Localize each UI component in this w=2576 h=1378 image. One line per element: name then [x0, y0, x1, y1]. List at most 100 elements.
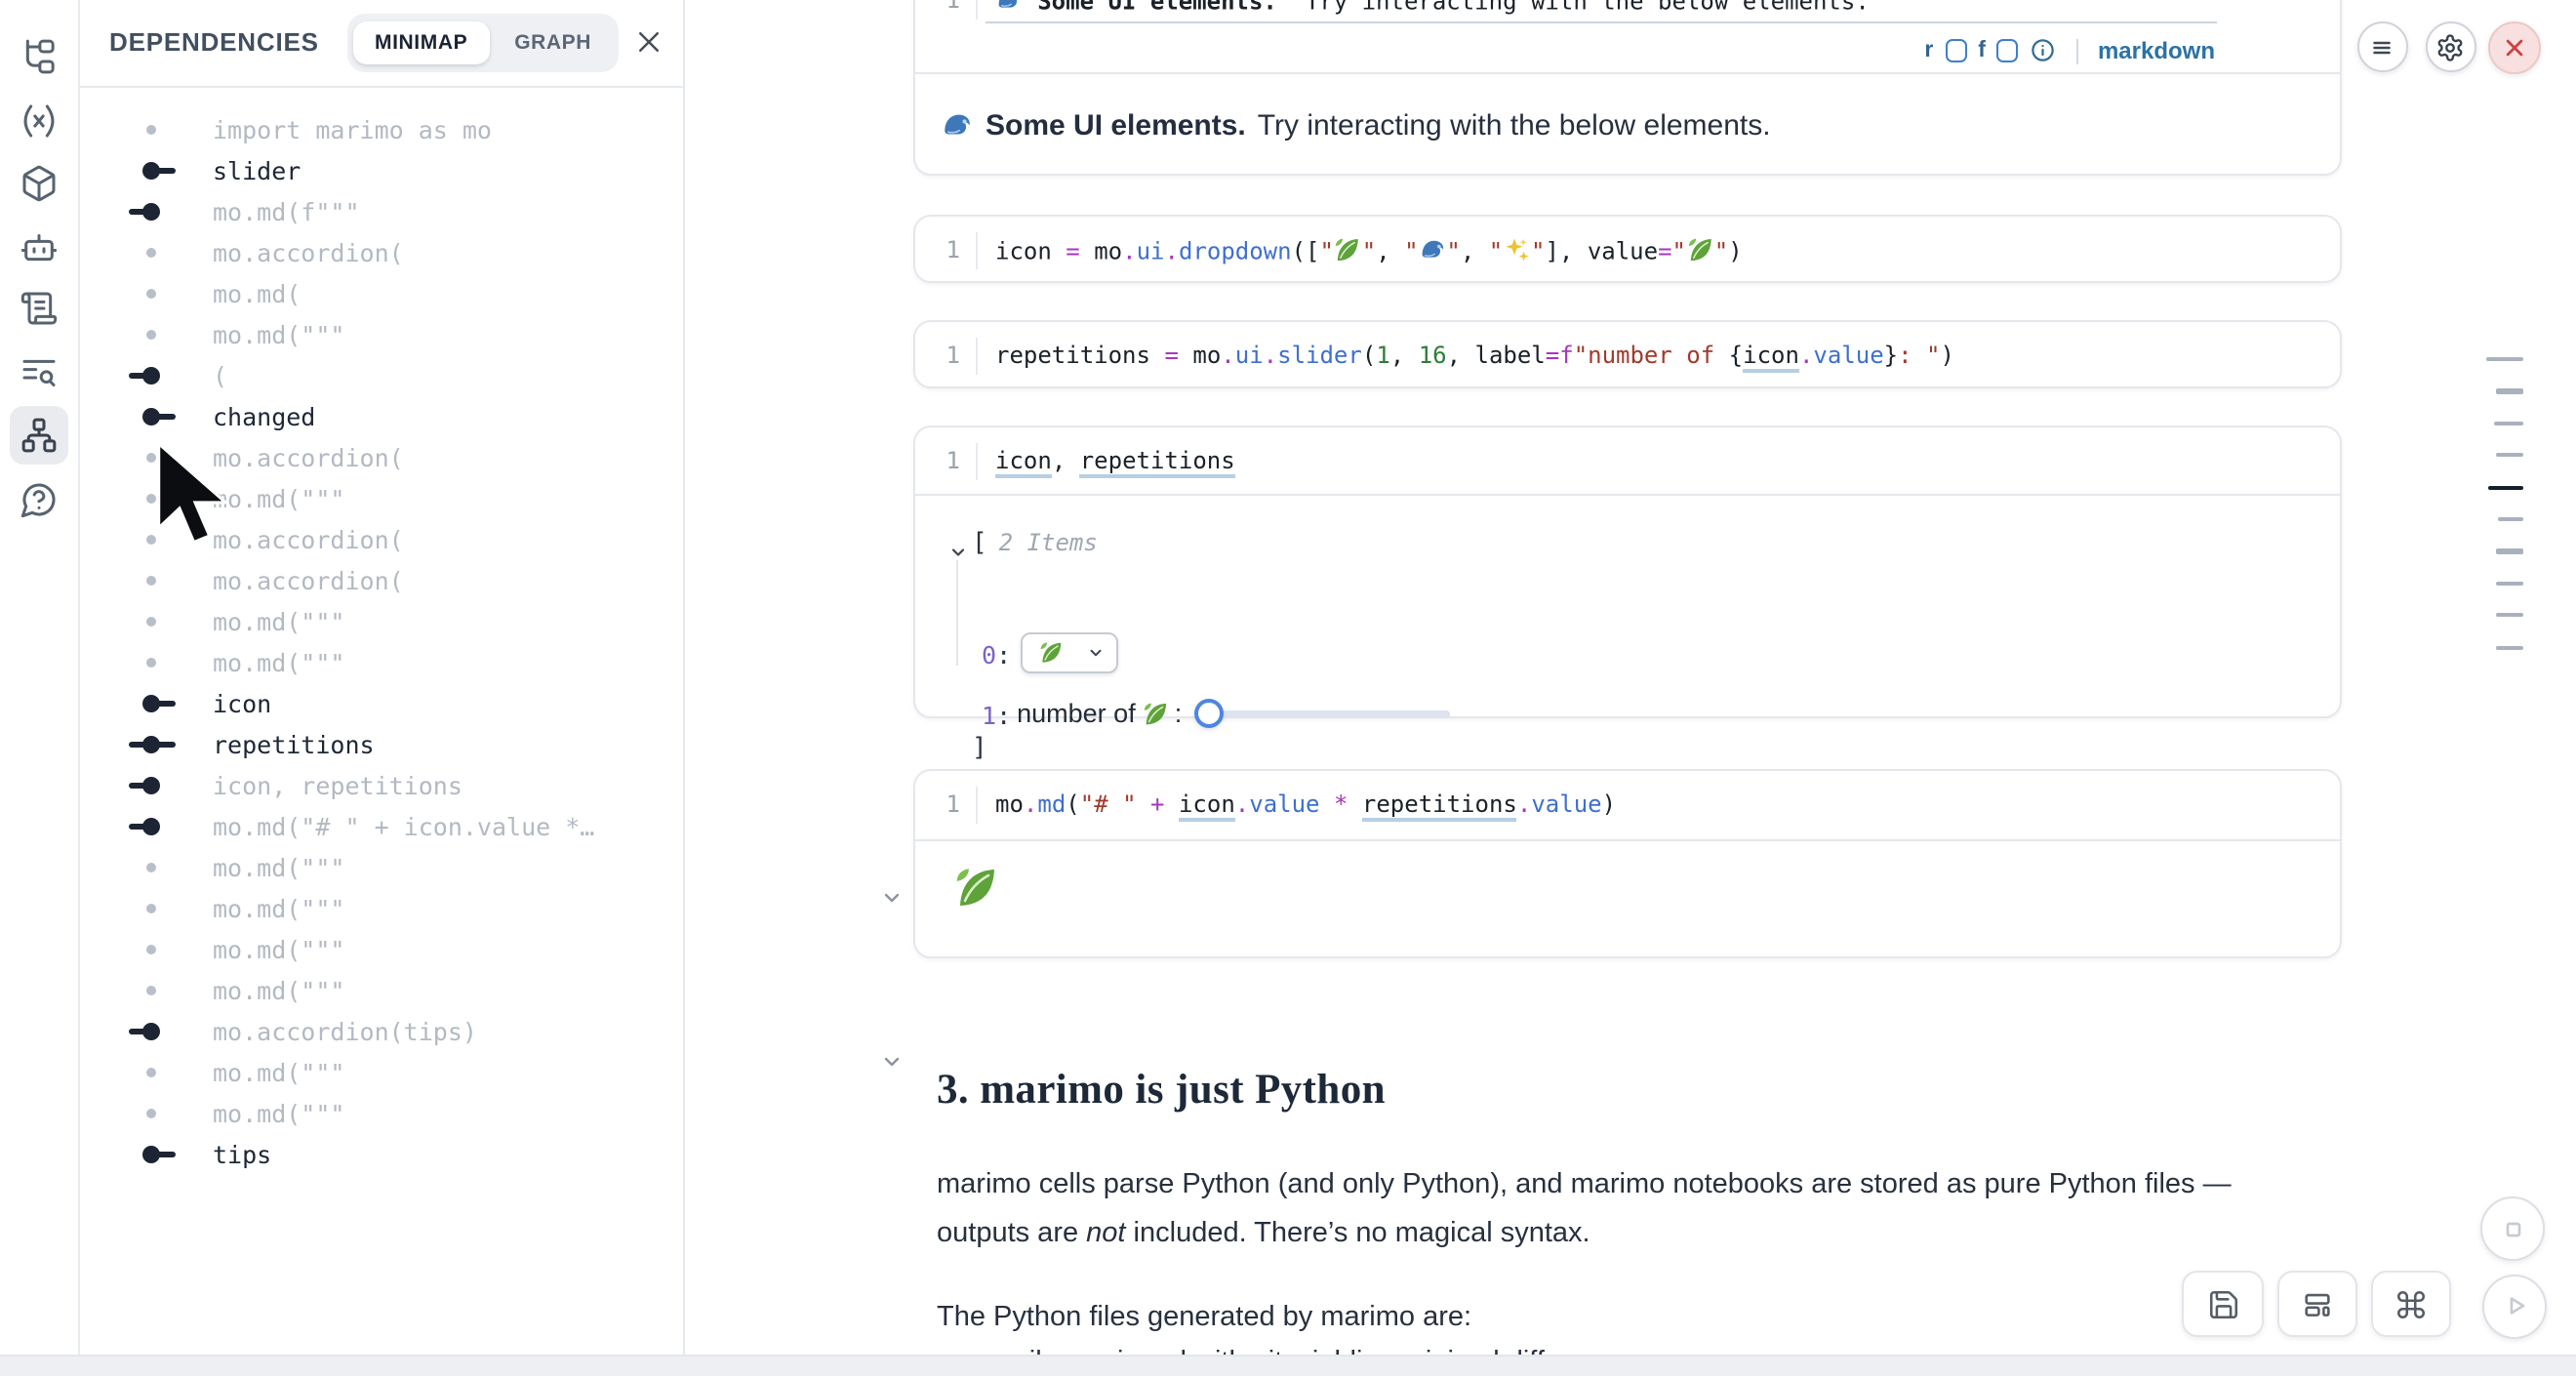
gutter-divider [976, 442, 978, 479]
minimap-cell-item[interactable]: mo.md(""" [78, 314, 683, 355]
indent-guide [956, 560, 958, 666]
ai-bot-icon[interactable] [20, 227, 59, 266]
view-mode-toggle: MINIMAP GRAPH [347, 14, 619, 72]
code-line[interactable]: 1icon = mo.ui.dropdown(["", "", ""], val… [943, 217, 1743, 283]
packages-icon[interactable] [20, 164, 59, 203]
cell-label: mo.md(""" [213, 484, 344, 513]
cell-marker-out [78, 1134, 213, 1175]
leaf-emoji [1686, 235, 1714, 263]
cell-divider [915, 839, 2340, 841]
minimap-bar[interactable] [2495, 549, 2522, 553]
minimap-cell-item[interactable]: ( [78, 355, 683, 396]
keyboard-shortcuts-button[interactable] [2371, 1271, 2451, 1337]
tab-graph[interactable]: GRAPH [493, 21, 613, 64]
code-line[interactable]: 1repetitions = mo.ui.slider(1, 16, label… [943, 322, 1954, 388]
cell-label: ( [213, 361, 227, 390]
menu-button[interactable] [2356, 21, 2407, 72]
minimap-bar[interactable] [2496, 645, 2522, 649]
markdown-source-line[interactable]: 1 Some UI elements. Try interacting with… [943, 0, 1870, 14]
minimap-bar[interactable] [2495, 389, 2522, 393]
icon-dropdown-select[interactable] [1021, 632, 1118, 673]
info-icon[interactable] [2031, 38, 2057, 64]
minimap-cell-item[interactable]: tips [78, 1134, 683, 1175]
cell-label: tips [213, 1140, 271, 1169]
cell-label: mo.md(""" [213, 1099, 344, 1128]
minimap-cell-item[interactable]: mo.md("# " + icon.value *… [78, 806, 683, 847]
markdown-cell-toolbar: r f markdown [1924, 35, 2215, 66]
minimap-cell-item[interactable]: repetitions [78, 724, 683, 765]
slider-track[interactable] [1201, 709, 1449, 717]
cell-marker-dot [78, 642, 213, 683]
minimap-cell-item[interactable]: mo.md(""" [78, 929, 683, 970]
cell-marker-in [78, 191, 213, 232]
f-string-checkbox[interactable] [1997, 39, 2019, 62]
dropdown-code-cell: 1icon = mo.ui.dropdown(["", "", ""], val… [913, 215, 2342, 283]
variables-icon[interactable] [20, 101, 59, 140]
cell-label: mo.md(""" [213, 976, 344, 1005]
settings-gear-button[interactable] [2425, 21, 2475, 72]
sparkles-emoji [1503, 235, 1531, 263]
minimap-cell-item[interactable]: mo.md( [78, 273, 683, 314]
collapse-chevron-icon[interactable] [880, 1048, 904, 1072]
mouse-cursor [148, 439, 230, 548]
code-line[interactable]: 1mo.md("# " + icon.value * repetitions.v… [943, 771, 1616, 837]
minimap-cell-item[interactable]: changed [78, 396, 683, 437]
markdown-cell: 1 Some UI elements. Try interacting with… [913, 0, 2342, 176]
cell-label: mo.md(""" [213, 894, 344, 923]
dependency-graph-icon[interactable] [20, 416, 59, 455]
r-string-checkbox[interactable] [1945, 39, 1966, 62]
minimap-cell-item[interactable]: mo.accordion(tips) [78, 1011, 683, 1052]
snippets-search-icon[interactable] [20, 353, 59, 392]
tab-minimap[interactable]: MINIMAP [353, 21, 489, 64]
repetitions-slider[interactable] [1193, 699, 1449, 728]
minimap-cell-item[interactable]: mo.md(""" [78, 1052, 683, 1093]
r-string-label: r [1924, 39, 1933, 62]
cell-marker-dot [78, 109, 213, 150]
bottom-scrollbar[interactable] [0, 1355, 2576, 1376]
cell-label: mo.accordion( [213, 566, 404, 595]
minimap-bar[interactable] [2496, 613, 2522, 617]
cell-marker-dot [78, 888, 213, 929]
marimo-notebook-window: DEPENDENCIES MINIMAP GRAPH import marimo… [0, 0, 2576, 1374]
minimap-bar[interactable] [2497, 517, 2522, 521]
minimap-cell-item[interactable]: icon [78, 683, 683, 724]
minimap-cell-item[interactable]: mo.md(""" [78, 888, 683, 929]
layout-button[interactable] [2277, 1271, 2357, 1337]
minimap-cell-item[interactable]: mo.md(""" [78, 642, 683, 683]
wave-emoji [1419, 235, 1447, 263]
cell-label: repetitions [213, 730, 375, 759]
scroll-minimap[interactable] [2478, 0, 2529, 1374]
minimap-bar[interactable] [2495, 453, 2522, 457]
minimap-cell-item[interactable]: mo.md(""" [78, 847, 683, 888]
collapse-chevron-icon[interactable] [880, 884, 904, 908]
code-line[interactable]: 1icon, repetitions [943, 427, 1235, 494]
minimap-cell-item[interactable]: mo.md(""" [78, 970, 683, 1011]
markdown-mode-label[interactable]: markdown [2098, 37, 2215, 64]
minimap-bar[interactable] [2495, 582, 2522, 586]
minimap-cell-item[interactable]: mo.accordion( [78, 560, 683, 601]
minimap-cell-item[interactable]: mo.accordion( [78, 232, 683, 273]
save-button[interactable] [2182, 1271, 2264, 1337]
tree-row-slider: 1: number of : [982, 693, 1449, 734]
minimap-bar[interactable] [2494, 422, 2522, 426]
minimap-cell-item[interactable]: mo.md(""" [78, 1093, 683, 1134]
slider-thumb[interactable] [1193, 699, 1223, 728]
help-icon[interactable] [20, 479, 59, 518]
minimap-bar-active[interactable] [2487, 485, 2522, 491]
cell-marker-dot [78, 601, 213, 642]
minimap-cell-item[interactable]: slider [78, 150, 683, 191]
file-tree-icon[interactable] [20, 36, 59, 75]
minimap-cell-item[interactable]: mo.md(f""" [78, 191, 683, 232]
markdown-output: Some UI elements. Try interacting with t… [941, 72, 1771, 178]
minimap-bar[interactable] [2486, 357, 2522, 361]
close-panel-icon[interactable] [634, 27, 664, 57]
logs-scroll-icon[interactable] [20, 289, 59, 328]
minimap-cell-item[interactable]: mo.md(""" [78, 601, 683, 642]
cell-marker-dot [78, 1093, 213, 1134]
cell-label: icon, repetitions [213, 771, 463, 800]
minimap-cell-item[interactable]: icon, repetitions [78, 765, 683, 806]
cell-marker-dot [78, 273, 213, 314]
cell-marker-out [78, 396, 213, 437]
minimap-cell-item[interactable]: import marimo as mo [78, 109, 683, 150]
chevron-down-icon[interactable] [948, 533, 968, 552]
